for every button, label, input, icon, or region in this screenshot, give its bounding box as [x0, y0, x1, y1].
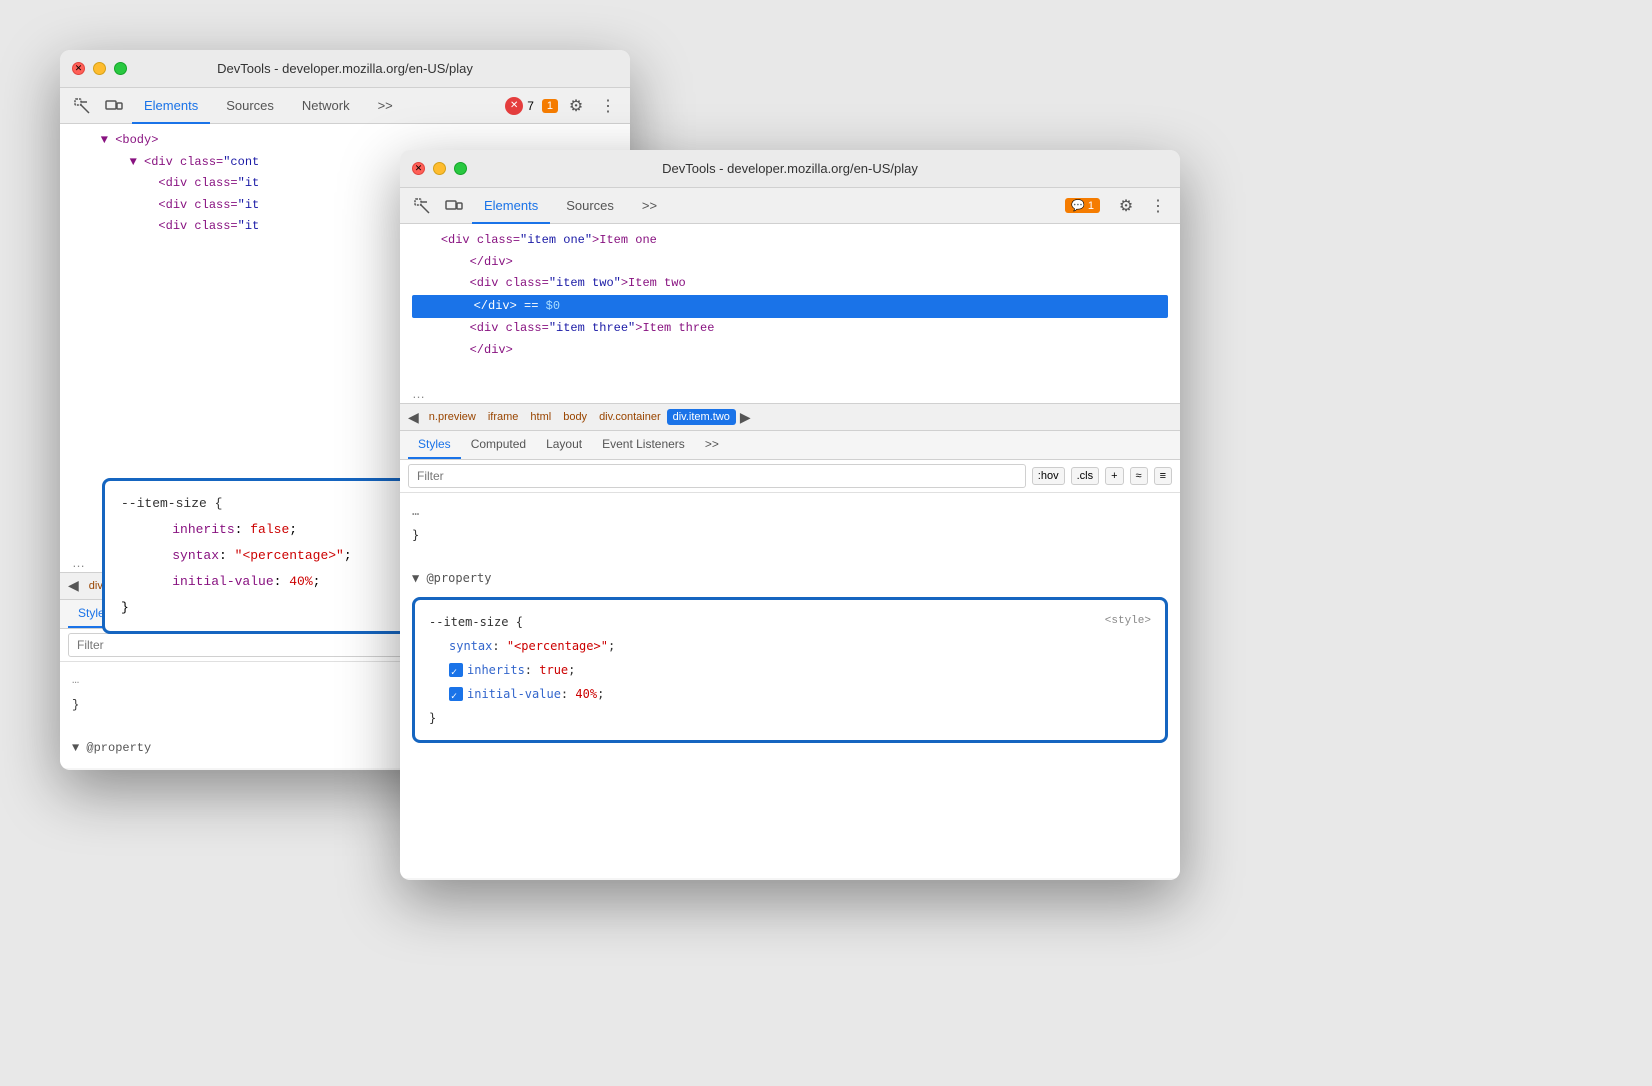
tree-close-div1: </div> [412, 252, 1168, 274]
add-rule-btn[interactable]: + [1105, 467, 1123, 485]
inherits-checkbox[interactable] [449, 663, 463, 677]
initial-checkbox[interactable] [449, 687, 463, 701]
warning-badge-back: 1 [542, 99, 558, 113]
css-close-brace-front: } [412, 525, 1168, 547]
css-rule-front: --item-size { syntax: "<percentage>"; in… [429, 610, 1151, 730]
filter-row-front: :hov .cls + ≈ ≡ [400, 460, 1180, 493]
breadcrumb-html[interactable]: html [524, 409, 557, 425]
close-button-back[interactable]: ✕ [72, 62, 85, 75]
tab-styles-front[interactable]: Styles [408, 431, 461, 459]
filter-input-front[interactable] [408, 464, 1026, 488]
error-count-back: ✕ 7 1 [505, 97, 558, 115]
tree-close-div3: </div> [412, 340, 1168, 362]
tab-sources-front[interactable]: Sources [554, 188, 626, 224]
css-initial-front: initial-value: 40%; [429, 682, 1151, 706]
highlight-content-front: <style> --item-size { syntax: "<percenta… [429, 610, 1151, 730]
close-button-front[interactable]: ✕ [412, 162, 425, 175]
tree-item-two: <div class="item two">Item two [412, 273, 1168, 295]
highlight-box-front: <style> --item-size { syntax: "<percenta… [412, 597, 1168, 743]
tree-dots-front: … [400, 384, 1180, 403]
tab-network-back[interactable]: Network [290, 88, 362, 124]
settings-icon-front[interactable]: ⚙ [1112, 192, 1140, 220]
pseudo-cls-btn[interactable]: .cls [1071, 467, 1100, 485]
window-title-front: DevTools - developer.mozilla.org/en-US/p… [662, 161, 918, 176]
breadcrumb-right-front[interactable]: ▶ [736, 409, 755, 426]
tab-more-back[interactable]: >> [366, 88, 405, 124]
minimize-button-back[interactable] [93, 62, 106, 75]
breadcrumb-preview[interactable]: n.preview [423, 409, 482, 425]
tree-item-one: <div class="item one">Item one [412, 230, 1168, 252]
tab-sources-back[interactable]: Sources [214, 88, 286, 124]
breadcrumb-body[interactable]: body [557, 409, 593, 425]
tab-elements-back[interactable]: Elements [132, 88, 210, 124]
tree-item-three: <div class="item three">Item three [412, 318, 1168, 340]
styles-tabs-front: Styles Computed Layout Event Listeners >… [400, 431, 1180, 460]
breadcrumb-container[interactable]: div.container [593, 409, 667, 425]
breadcrumb-iframe[interactable]: iframe [482, 409, 525, 425]
settings-icon-back[interactable]: ⚙ [562, 92, 590, 120]
layout-btn[interactable]: ≡ [1154, 467, 1172, 485]
traffic-lights-back: ✕ [72, 62, 127, 75]
breadcrumb-item-two[interactable]: div.item.two [667, 409, 736, 425]
toolbar-back: Elements Sources Network >> ✕ 7 1 ⚙ ⋮ [60, 88, 630, 124]
breadcrumb-left-back[interactable]: ◀ [64, 577, 83, 594]
device-icon-front[interactable] [440, 192, 468, 220]
more-icon-back[interactable]: ⋮ [594, 92, 622, 120]
error-number-back: 7 [527, 99, 534, 113]
warning-count-front: 💬 1 [1065, 198, 1100, 213]
css-syntax-front: syntax: "<percentage>"; [429, 634, 1151, 658]
devtools-window-front: ✕ DevTools - developer.mozilla.org/en-US… [400, 150, 1180, 880]
device-icon[interactable] [100, 92, 128, 120]
html-tree-front: <div class="item one">Item one </div> <d… [400, 224, 1180, 384]
at-rule-front: ▼ @property [412, 568, 1168, 590]
tab-elements-front[interactable]: Elements [472, 188, 550, 224]
tab-event-front[interactable]: Event Listeners [592, 431, 695, 459]
content-front: <div class="item one">Item one </div> <d… [400, 224, 1180, 878]
toolbar-front: Elements Sources >> 💬 1 ⚙ ⋮ [400, 188, 1180, 224]
traffic-lights-front: ✕ [412, 162, 467, 175]
css-inherits-front: inherits: true; [429, 658, 1151, 682]
copy-btn[interactable]: ≈ [1130, 467, 1148, 485]
tab-more-front[interactable]: >> [630, 188, 669, 224]
css-source-front: <style> [1105, 610, 1151, 632]
tree-body: ▼ <body> [72, 130, 618, 152]
more-icon-front[interactable]: ⋮ [1144, 192, 1172, 220]
warning-badge-front: 💬 1 [1065, 198, 1100, 213]
inspector-icon[interactable] [68, 92, 96, 120]
window-title-back: DevTools - developer.mozilla.org/en-US/p… [217, 61, 473, 76]
title-bar-back: ✕ DevTools - developer.mozilla.org/en-US… [60, 50, 630, 88]
breadcrumb-front: ◀ n.preview iframe html body div.contain… [400, 403, 1180, 431]
css-prop-name-front: --item-size { [429, 610, 1151, 634]
title-bar-front: ✕ DevTools - developer.mozilla.org/en-US… [400, 150, 1180, 188]
error-icon: ✕ [505, 97, 523, 115]
css-close-front: } [429, 706, 1151, 730]
css-area-front: … } ▼ @property [400, 493, 1180, 597]
pseudo-hov-btn[interactable]: :hov [1032, 467, 1065, 485]
tree-close-div2-selected[interactable]: </div> == $0 [412, 295, 1168, 319]
tab-computed-front[interactable]: Computed [461, 431, 536, 459]
tab-layout-front[interactable]: Layout [536, 431, 592, 459]
minimize-button-front[interactable] [433, 162, 446, 175]
tab-more-styles-front[interactable]: >> [695, 431, 729, 459]
css-continuation-front: … [412, 501, 1168, 523]
inspector-icon-front[interactable] [408, 192, 436, 220]
maximize-button-front[interactable] [454, 162, 467, 175]
maximize-button-back[interactable] [114, 62, 127, 75]
breadcrumb-left-front[interactable]: ◀ [404, 409, 423, 426]
